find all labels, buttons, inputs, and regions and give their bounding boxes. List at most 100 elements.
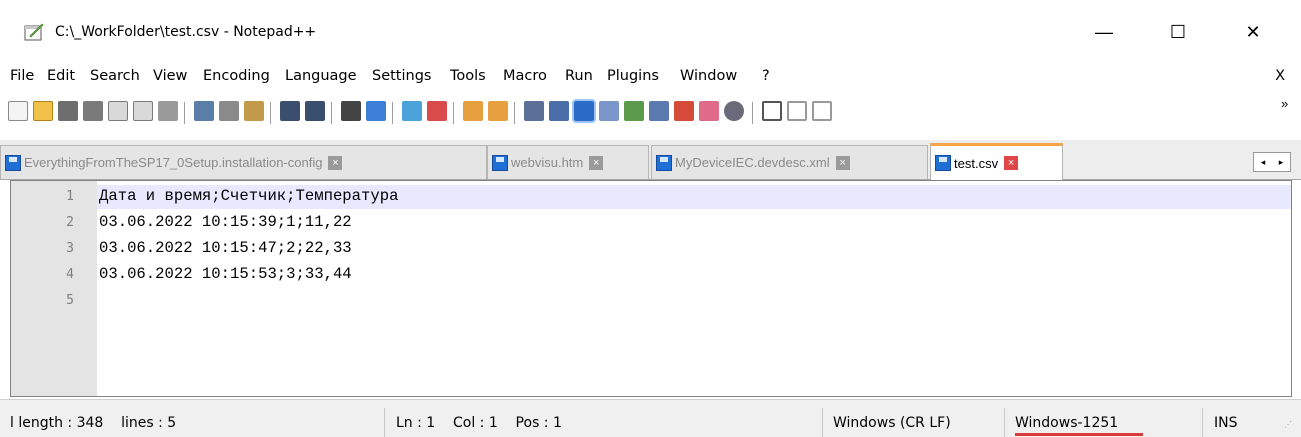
open-file-icon[interactable] — [33, 101, 53, 121]
resize-grip-icon[interactable]: ⋰ — [1284, 420, 1296, 432]
scroll-left-icon[interactable]: ◂ — [1261, 157, 1266, 168]
encoding-highlight-underline — [1015, 433, 1143, 436]
zoom-out-icon[interactable] — [427, 101, 447, 121]
scroll-right-icon[interactable]: ▸ — [1279, 157, 1284, 168]
line-number: 5 — [66, 293, 74, 308]
toolbar: » — [0, 90, 1301, 136]
notepadpp-icon — [24, 23, 44, 41]
sync-vertical-icon[interactable] — [463, 101, 483, 121]
print-icon[interactable] — [158, 101, 178, 121]
toolbar-separator — [514, 102, 515, 124]
maximize-icon: ☐ — [1169, 21, 1187, 42]
menu-view[interactable]: View — [153, 68, 187, 84]
menu-plugins[interactable]: Plugins — [607, 68, 659, 84]
sync-horizontal-icon[interactable] — [488, 101, 508, 121]
menu-help[interactable]: ? — [762, 68, 770, 84]
menu-bar: File Edit Search View Encoding Language … — [0, 64, 1301, 90]
undo-icon[interactable] — [280, 101, 300, 121]
close-all-icon[interactable] — [133, 101, 153, 121]
toolbar-separator — [331, 102, 332, 124]
tab-installation-config[interactable]: EverythingFromTheSP17_0Setup.installatio… — [0, 145, 487, 179]
close-icon[interactable] — [108, 101, 128, 121]
saved-file-icon — [492, 154, 508, 171]
maximize-button[interactable]: ☐ — [1155, 14, 1201, 50]
folder-workspace-icon[interactable] — [674, 101, 694, 121]
tab-close-icon[interactable]: × — [328, 155, 343, 170]
close-icon: ✕ — [1245, 21, 1261, 42]
tab-close-icon[interactable]: × — [1004, 156, 1019, 170]
menu-window[interactable]: Window — [680, 68, 737, 84]
status-separator — [1004, 408, 1005, 437]
udl-icon[interactable] — [599, 101, 619, 121]
find-icon[interactable] — [341, 101, 361, 121]
line-number-gutter: 1 2 3 4 5 — [11, 181, 97, 396]
line-number: 3 — [66, 241, 74, 256]
menu-macro[interactable]: Macro — [503, 68, 547, 84]
tab-label: EverythingFromTheSP17_0Setup.installatio… — [24, 155, 323, 170]
minimize-button[interactable]: — — [1081, 14, 1127, 50]
word-wrap-icon[interactable] — [524, 101, 544, 121]
code-line[interactable]: Дата и время;Счетчик;Температура — [99, 187, 398, 205]
toolbar-separator — [392, 102, 393, 124]
tab-mydeviceiec[interactable]: MyDeviceIEC.devdesc.xml × — [651, 145, 928, 179]
tab-close-icon[interactable]: × — [589, 155, 604, 170]
new-file-icon[interactable] — [8, 101, 28, 121]
doc-map-icon[interactable] — [624, 101, 644, 121]
monitoring-icon[interactable] — [724, 101, 744, 121]
stop-macro-icon[interactable] — [787, 101, 807, 121]
play-macro-icon[interactable] — [812, 101, 832, 121]
function-list-icon[interactable] — [649, 101, 669, 121]
menu-file[interactable]: File — [10, 68, 34, 84]
tab-test-csv[interactable]: test.csv × — [930, 143, 1063, 180]
saved-file-icon — [656, 154, 672, 171]
line-number: 2 — [66, 215, 74, 230]
all-chars-icon[interactable] — [549, 101, 569, 121]
close-document-button[interactable]: X — [1275, 68, 1285, 84]
document-list-icon[interactable] — [699, 101, 719, 121]
copy-icon[interactable] — [219, 101, 239, 121]
tab-label: webvisu.htm — [511, 155, 584, 170]
tab-bar: EverythingFromTheSP17_0Setup.installatio… — [0, 140, 1301, 180]
tab-webvisu[interactable]: webvisu.htm × — [487, 145, 649, 179]
menu-settings[interactable]: Settings — [372, 68, 431, 84]
tab-close-icon[interactable]: × — [835, 155, 850, 170]
menu-run[interactable]: Run — [565, 68, 593, 84]
status-insert-mode[interactable]: INS — [1214, 415, 1238, 431]
indent-guide-icon[interactable] — [572, 99, 596, 123]
saved-file-icon — [5, 154, 21, 171]
save-all-icon[interactable] — [83, 101, 103, 121]
code-line[interactable]: 03.06.2022 10:15:39;1;11,22 — [99, 213, 352, 231]
zoom-in-icon[interactable] — [402, 101, 422, 121]
code-line[interactable]: 03.06.2022 10:15:47;2;22,33 — [99, 239, 352, 257]
saved-file-icon — [935, 155, 951, 171]
menu-search[interactable]: Search — [90, 68, 140, 84]
menu-encoding[interactable]: Encoding — [203, 68, 270, 84]
toolbar-separator — [184, 102, 185, 124]
tab-scroll-buttons[interactable]: ◂ ▸ — [1253, 152, 1291, 172]
menu-edit[interactable]: Edit — [47, 68, 75, 84]
status-position: Ln : 1 Col : 1 Pos : 1 — [396, 415, 562, 431]
save-icon[interactable] — [58, 101, 78, 121]
code-line[interactable]: 03.06.2022 10:15:53;3;33,44 — [99, 265, 352, 283]
replace-icon[interactable] — [366, 101, 386, 121]
editor-area[interactable]: 1 2 3 4 5 Дата и время;Счетчик;Температу… — [10, 180, 1292, 397]
status-bar: l length : 348 lines : 5 Ln : 1 Col : 1 … — [0, 399, 1301, 437]
record-macro-icon[interactable] — [762, 101, 782, 121]
menu-language[interactable]: Language — [285, 68, 357, 84]
toolbar-separator — [270, 102, 271, 124]
status-encoding[interactable]: Windows-1251 — [1015, 415, 1118, 431]
tab-label: MyDeviceIEC.devdesc.xml — [675, 155, 830, 170]
status-separator — [1202, 408, 1203, 437]
menu-tools[interactable]: Tools — [450, 68, 486, 84]
cut-icon[interactable] — [194, 101, 214, 121]
status-eol[interactable]: Windows (CR LF) — [833, 415, 951, 431]
title-bar: C:\_WorkFolder\test.csv - Notepad++ — ☐ … — [0, 0, 1301, 64]
status-length-lines: l length : 348 lines : 5 — [10, 415, 177, 431]
tab-label: test.csv — [954, 155, 999, 171]
toolbar-overflow-button[interactable]: » — [1281, 96, 1288, 111]
paste-icon[interactable] — [244, 101, 264, 121]
redo-icon[interactable] — [305, 101, 325, 121]
close-button[interactable]: ✕ — [1230, 14, 1276, 50]
status-separator — [384, 408, 385, 437]
line-number: 4 — [66, 267, 74, 282]
